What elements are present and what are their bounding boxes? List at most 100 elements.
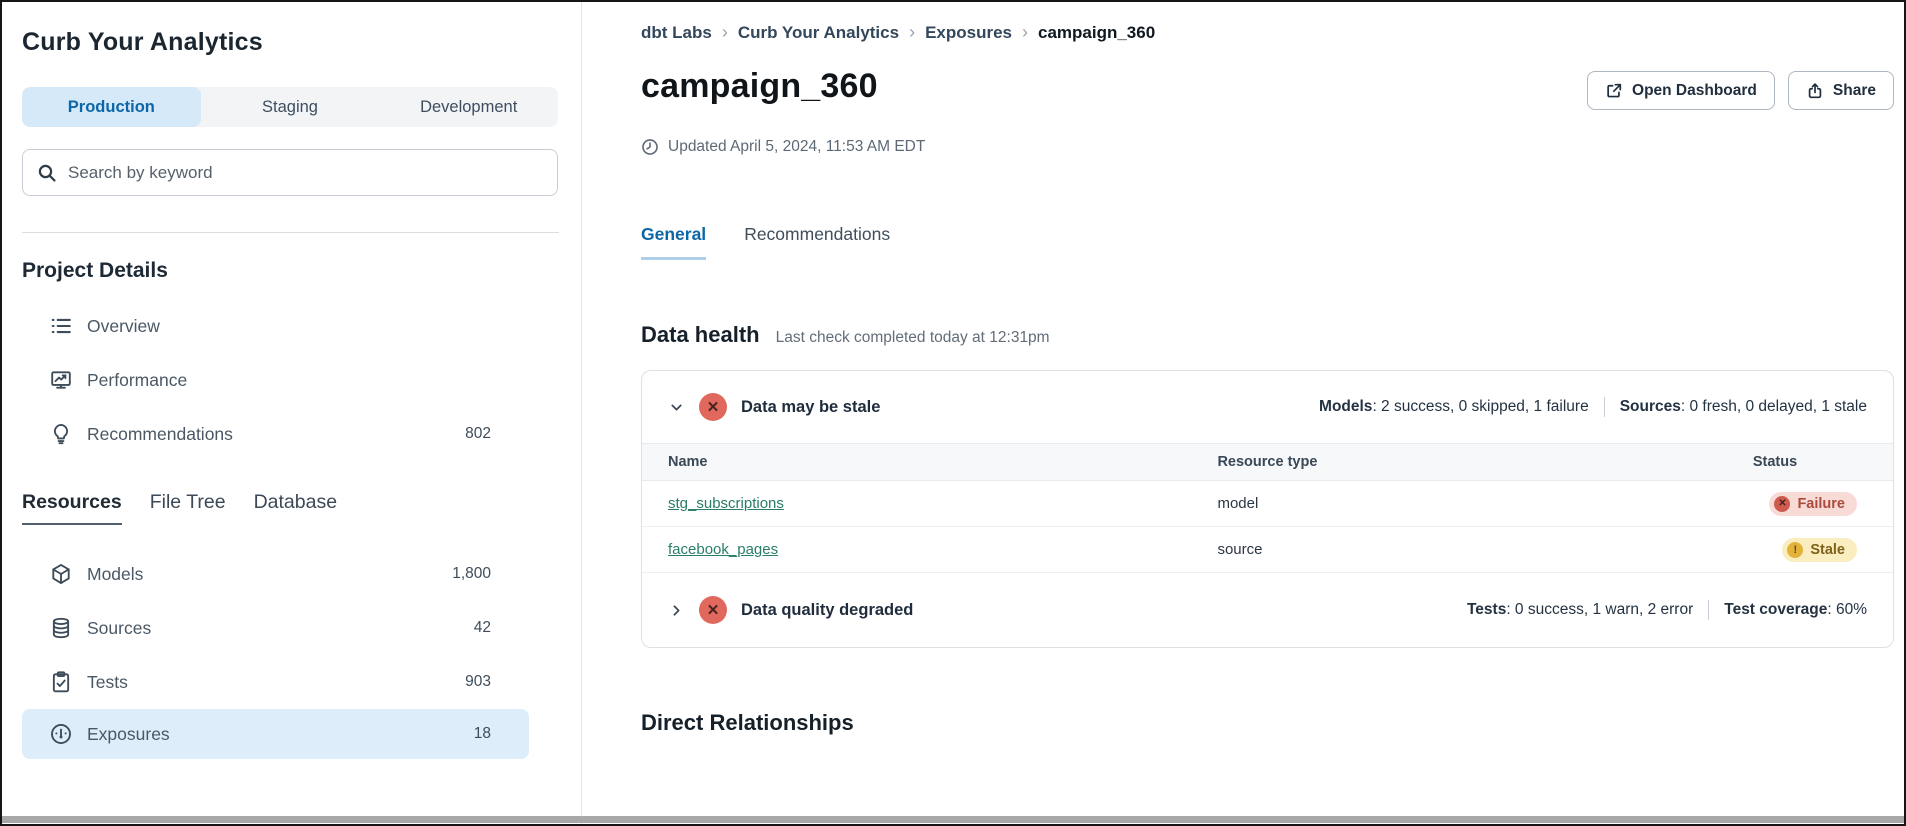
gauge-icon bbox=[50, 723, 72, 745]
env-tab-production[interactable]: Production bbox=[22, 87, 201, 127]
share-button[interactable]: Share bbox=[1788, 71, 1894, 110]
page-title: campaign_360 bbox=[641, 67, 878, 106]
performance-chart-icon bbox=[50, 369, 72, 391]
sidebar-item-label: Models bbox=[87, 564, 437, 585]
breadcrumb-current: campaign_360 bbox=[1038, 23, 1155, 43]
sidebar-item-tests[interactable]: Tests 903 bbox=[22, 655, 529, 709]
open-dashboard-label: Open Dashboard bbox=[1632, 82, 1757, 100]
environment-switcher: Production Staging Development bbox=[22, 87, 558, 127]
env-tab-staging[interactable]: Staging bbox=[201, 87, 380, 127]
stats-divider bbox=[1708, 600, 1709, 620]
coverage-stats-value: : 60% bbox=[1827, 601, 1867, 618]
sidebar-item-overview[interactable]: Overview bbox=[22, 299, 529, 353]
table-header-row: Name Resource type Status bbox=[642, 443, 1893, 481]
sidebar-item-sources[interactable]: Sources 42 bbox=[22, 601, 529, 655]
updated-timestamp: Updated April 5, 2024, 11:53 AM EDT bbox=[641, 138, 1894, 156]
sidebar-item-exposures[interactable]: Exposures 18 bbox=[22, 709, 529, 759]
chevron-down-icon[interactable] bbox=[668, 399, 685, 416]
open-dashboard-button[interactable]: Open Dashboard bbox=[1587, 71, 1775, 110]
tab-resources[interactable]: Resources bbox=[22, 491, 122, 525]
search-input[interactable] bbox=[68, 163, 543, 183]
project-details-heading: Project Details bbox=[22, 259, 581, 283]
sources-stats-value: : 0 fresh, 0 delayed, 1 stale bbox=[1681, 398, 1867, 415]
sidebar-item-performance[interactable]: Performance bbox=[22, 353, 529, 407]
resource-type: model bbox=[1217, 495, 1693, 512]
column-header-name: Name bbox=[642, 454, 1217, 470]
sidebar-item-count: 42 bbox=[474, 619, 491, 637]
clock-icon bbox=[641, 138, 659, 156]
resource-link-stg-subscriptions[interactable]: stg_subscriptions bbox=[668, 495, 784, 512]
stats-divider bbox=[1604, 397, 1605, 417]
table-row: facebook_pages source ! Stale bbox=[642, 527, 1893, 573]
sidebar-item-label: Performance bbox=[87, 370, 476, 391]
lightbulb-icon bbox=[50, 423, 72, 445]
share-label: Share bbox=[1833, 82, 1876, 100]
env-tab-development[interactable]: Development bbox=[379, 87, 558, 127]
stale-group-stats: Models: 2 success, 0 skipped, 1 failure … bbox=[1319, 397, 1867, 417]
cube-icon bbox=[50, 563, 72, 585]
status-badge-label: Failure bbox=[1797, 496, 1845, 512]
external-link-icon bbox=[1605, 82, 1623, 100]
search-box[interactable] bbox=[22, 149, 558, 196]
updated-text: Updated April 5, 2024, 11:53 AM EDT bbox=[668, 138, 925, 156]
sidebar-item-models[interactable]: Models 1,800 bbox=[22, 547, 529, 601]
data-health-subtext: Last check completed today at 12:31pm bbox=[776, 329, 1050, 347]
sidebar: Curb Your Analytics Production Staging D… bbox=[2, 2, 582, 824]
tab-general[interactable]: General bbox=[641, 224, 706, 260]
tests-stats-value: : 0 success, 1 warn, 2 error bbox=[1506, 601, 1693, 618]
detail-tabs: General Recommendations bbox=[641, 224, 1894, 260]
breadcrumb-separator-icon: › bbox=[909, 22, 915, 43]
stale-group-title: Data may be stale bbox=[741, 398, 1305, 417]
breadcrumb-dbt-labs[interactable]: dbt Labs bbox=[641, 23, 712, 43]
error-status-icon: ✕ bbox=[699, 596, 727, 624]
failure-circle-icon: ✕ bbox=[1774, 496, 1790, 512]
column-header-status: Status bbox=[1693, 454, 1893, 470]
resource-type: source bbox=[1217, 541, 1693, 558]
horizontal-scrollbar[interactable] bbox=[2, 816, 1904, 823]
database-icon bbox=[50, 617, 72, 639]
coverage-stats-label: Test coverage bbox=[1724, 601, 1827, 618]
status-badge-label: Stale bbox=[1810, 542, 1845, 558]
resource-view-tabs: Resources File Tree Database bbox=[22, 491, 581, 525]
quality-group-stats: Tests: 0 success, 1 warn, 2 error Test c… bbox=[1467, 600, 1867, 620]
main-content: dbt Labs › Curb Your Analytics › Exposur… bbox=[582, 2, 1906, 824]
sidebar-item-count: 18 bbox=[474, 725, 491, 743]
data-health-card: ✕ Data may be stale Models: 2 success, 0… bbox=[641, 370, 1894, 648]
models-stats-label: Models bbox=[1319, 398, 1372, 415]
sidebar-item-label: Exposures bbox=[87, 724, 459, 745]
direct-relationships-heading: Direct Relationships bbox=[641, 710, 1894, 736]
share-icon bbox=[1806, 82, 1824, 100]
resource-link-facebook-pages[interactable]: facebook_pages bbox=[668, 541, 778, 558]
tab-recommendations[interactable]: Recommendations bbox=[744, 224, 890, 260]
error-status-icon: ✕ bbox=[699, 393, 727, 421]
stale-group-row[interactable]: ✕ Data may be stale Models: 2 success, 0… bbox=[642, 371, 1893, 443]
project-name-title: Curb Your Analytics bbox=[22, 28, 581, 57]
list-icon bbox=[50, 315, 72, 337]
breadcrumb: dbt Labs › Curb Your Analytics › Exposur… bbox=[641, 22, 1894, 43]
quality-group-title: Data quality degraded bbox=[741, 601, 1453, 620]
header-actions: Open Dashboard Share bbox=[1587, 67, 1894, 110]
status-badge-stale: ! Stale bbox=[1782, 538, 1857, 562]
breadcrumb-project[interactable]: Curb Your Analytics bbox=[738, 23, 899, 43]
sources-stats-label: Sources bbox=[1620, 398, 1681, 415]
data-health-heading: Data health bbox=[641, 322, 760, 348]
sidebar-item-label: Tests bbox=[87, 672, 450, 693]
clipboard-check-icon bbox=[50, 671, 72, 693]
tab-database[interactable]: Database bbox=[254, 491, 337, 523]
quality-group-row[interactable]: ✕ Data quality degraded Tests: 0 success… bbox=[642, 573, 1893, 647]
project-details-list: Overview Performance Recommendations 802 bbox=[22, 299, 581, 461]
sidebar-item-recommendations[interactable]: Recommendations 802 bbox=[22, 407, 529, 461]
sidebar-item-count: 903 bbox=[465, 673, 491, 691]
sidebar-item-count: 1,800 bbox=[452, 565, 491, 583]
breadcrumb-exposures[interactable]: Exposures bbox=[925, 23, 1012, 43]
sidebar-item-count: 802 bbox=[465, 425, 491, 443]
stale-circle-icon: ! bbox=[1787, 542, 1803, 558]
status-badge-failure: ✕ Failure bbox=[1769, 492, 1857, 516]
sidebar-item-label: Recommendations bbox=[87, 424, 450, 445]
sidebar-divider bbox=[22, 232, 559, 233]
table-row: stg_subscriptions model ✕ Failure bbox=[642, 481, 1893, 527]
tab-file-tree[interactable]: File Tree bbox=[150, 491, 226, 523]
chevron-right-icon[interactable] bbox=[668, 602, 685, 619]
sidebar-item-label: Sources bbox=[87, 618, 459, 639]
models-stats-value: : 2 success, 0 skipped, 1 failure bbox=[1372, 398, 1588, 415]
